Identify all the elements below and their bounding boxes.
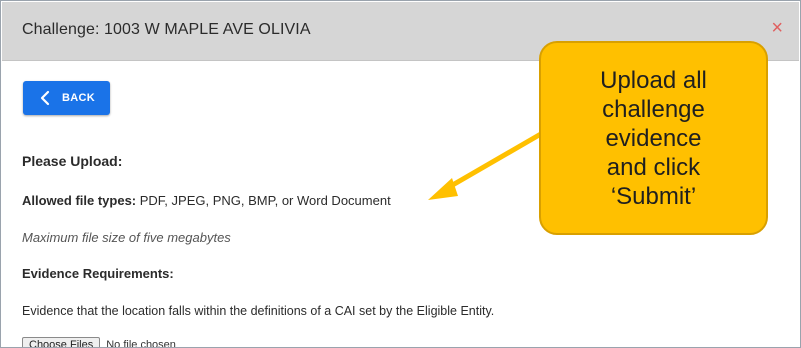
chevron-left-icon bbox=[38, 90, 52, 106]
choose-files-button[interactable]: Choose Files bbox=[22, 337, 101, 347]
evidence-requirements-text: Evidence that the location falls within … bbox=[22, 304, 495, 318]
back-button-label: BACK bbox=[62, 92, 95, 104]
back-button[interactable]: BACK bbox=[23, 81, 110, 115]
file-status: No file chosen bbox=[106, 339, 176, 348]
callout-text: Upload all challenge evidence and click … bbox=[600, 66, 707, 210]
dialog-title: Challenge: 1003 W MAPLE AVE OLIVIA bbox=[22, 21, 311, 38]
max-file-size-note: Maximum file size of five megabytes bbox=[22, 230, 231, 245]
allowed-file-types-label: Allowed file types: bbox=[22, 193, 137, 208]
allowed-file-types: Allowed file types: PDF, JPEG, PNG, BMP,… bbox=[22, 193, 391, 208]
instruction-callout: Upload all challenge evidence and click … bbox=[539, 41, 768, 235]
please-upload-heading: Please Upload: bbox=[22, 153, 123, 169]
file-input[interactable]: Choose Files No file chosen bbox=[22, 337, 176, 348]
evidence-requirements-heading: Evidence Requirements: bbox=[22, 266, 174, 281]
allowed-file-types-value: PDF, JPEG, PNG, BMP, or Word Document bbox=[136, 193, 391, 208]
close-icon[interactable]: × bbox=[771, 18, 783, 38]
